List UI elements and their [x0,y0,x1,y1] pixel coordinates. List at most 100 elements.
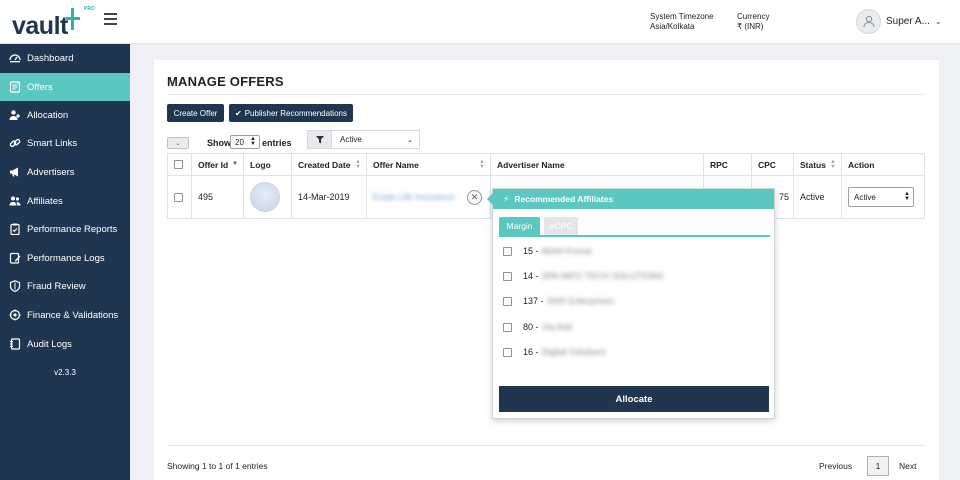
publisher-recommendations-label: Publisher Recommendations [244,108,347,118]
affiliate-id: 16 [523,347,534,357]
user-menu[interactable]: Super A... ⌄ [856,8,942,34]
column-header-label: Offer Name [373,159,419,170]
bulk-action-dropdown[interactable]: ⌄ [167,137,189,149]
offer-logo [250,182,280,212]
row-checkbox[interactable] [174,192,183,202]
offer-name-link[interactable]: Exide Life Insurance [373,192,455,202]
dashboard-icon [8,52,21,65]
sidebar-item-performance-logs[interactable]: Performance Logs [0,244,130,272]
sort-icon: ▲ ▼ [479,159,485,170]
updown-arrows-icon: ▲ ▼ [904,191,910,202]
megaphone-icon [8,166,21,179]
logo-plus-icon [66,8,80,30]
timezone-value: Asia/Kolkata [650,22,695,31]
created-date-cell: 14-Mar-2019 [292,176,367,218]
affiliate-option[interactable]: 14 - SPA INFO TECH SOLUTIONS [503,270,664,282]
entries-label: entries [262,138,292,148]
allocate-button[interactable]: Allocate [499,386,769,412]
status-filter[interactable]: Active ⌄ [307,130,420,149]
chevron-down-icon: ⌄ [175,140,181,147]
link-icon [8,137,21,150]
column-header-label: RPC [710,159,728,170]
column-header-label: Created Date [298,159,351,170]
sidebar-item-allocation[interactable]: Allocation [0,101,130,129]
tab-margin[interactable]: Margin [499,217,540,235]
app-version: v2.3.3 [54,368,76,377]
tab-ecpc[interactable]: eCPC [544,217,578,235]
action-status-value: Active [854,192,876,202]
timezone-label: System Timezone [650,12,714,21]
footer-divider [167,445,925,446]
column-header-offer-name[interactable]: Offer Name ▲ ▼ [367,154,491,176]
column-header-offer-id[interactable]: Offer Id ▼ [192,154,244,176]
hamburger-menu-icon[interactable] [104,13,117,25]
sidebar-item-finance-validations[interactable]: Finance & Validations [0,301,130,329]
filter-icon [308,131,332,148]
affiliate-checkbox[interactable] [503,296,512,306]
affiliate-checkbox[interactable] [503,347,512,357]
column-header-created-date[interactable]: Created Date ▲ ▼ [292,154,367,176]
affiliate-id: 80 [523,322,534,332]
affiliate-separator: - [538,296,544,306]
sidebar-item-fraud-review[interactable]: Fraud Review [0,272,130,300]
affiliate-name: SPA INFO TECH SOLUTIONS [541,271,664,281]
select-all-checkbox[interactable] [174,160,183,169]
affiliate-name: Mohit Kumar [541,246,593,256]
affiliate-checkbox[interactable] [503,322,512,332]
sidebar-item-label: Fraud Review [27,280,86,292]
column-header-label: Action [848,159,875,170]
affiliate-id: 14 [523,271,534,281]
user-name: Super A... [886,15,930,27]
affiliate-name: Digital Solutions [541,347,607,357]
action-status-select[interactable]: Active ▲ ▼ [848,187,914,207]
sidebar-item-affiliates[interactable]: Affiliates [0,187,130,215]
chevron-down-icon: ⌄ [407,136,413,144]
sidebar-item-label: Dashboard [27,52,74,64]
sidebar-item-label: Offers [27,81,53,93]
finance-icon [8,309,21,322]
affiliate-checkbox[interactable] [503,246,512,256]
offer-name-cell: Exide Life Insurance ✕ [367,176,491,218]
table-info: Showing 1 to 1 of 1 entries [167,461,268,471]
affiliate-separator: - [533,246,539,256]
close-icon[interactable]: ✕ [467,189,482,205]
vault-logo[interactable]: vault PRO [12,6,95,40]
sidebar-item-smart-links[interactable]: Smart Links [0,129,130,157]
sidebar-item-offers[interactable]: Offers [0,73,130,101]
entries-per-page-value: 20 [235,137,244,147]
sidebar-item-audit-logs[interactable]: Audit Logs [0,330,130,358]
top-bar: vault PRO System Timezone Asia/Kolkata C… [0,0,960,44]
create-offer-button[interactable]: Create Offer [167,104,224,122]
column-header-advertiser-name[interactable]: Advertiser Name [491,154,704,176]
entries-per-page-select[interactable]: 20 ▲ ▼ [230,135,260,149]
row-select-cell [168,176,192,218]
affiliate-separator: - [533,347,539,357]
affiliate-id: 15 [523,246,534,256]
sidebar-item-dashboard[interactable]: Dashboard [0,44,130,72]
affiliate-name: Via Add [541,322,573,332]
offers-icon [8,81,21,94]
lightning-icon: ⚡︎ [503,193,510,204]
allocation-icon [8,109,21,122]
next-page-button[interactable]: Next [899,456,916,476]
affiliate-option[interactable]: 137 - XMS Enterprises [503,295,614,307]
affiliate-separator: - [533,271,539,281]
affiliate-option[interactable]: 16 - Digital Solutions [503,346,606,358]
column-header-status[interactable]: Status ▲ ▼ [794,154,842,176]
previous-page-button[interactable]: Previous [819,456,852,476]
sidebar-item-advertisers[interactable]: Advertisers [0,158,130,186]
currency-value: ₹ (INR) [737,22,764,31]
page-1-button[interactable]: 1 [867,456,889,476]
affiliate-option[interactable]: 80 - Via Add [503,321,572,333]
publisher-recommendations-button[interactable]: ✔ Publisher Recommendations [229,104,353,122]
sort-desc-icon: ▼ [232,161,238,167]
affiliate-checkbox[interactable] [503,271,512,281]
sidebar-item-performance-reports[interactable]: Performance Reports [0,215,130,243]
select-all-header [168,154,192,176]
status-filter-value: Active [340,135,362,144]
sort-icon: ▲ ▼ [830,159,836,170]
affiliate-separator: - [533,322,539,332]
sidebar-item-label: Performance Logs [27,252,105,264]
sort-icon: ▲ ▼ [355,159,361,170]
affiliate-option[interactable]: 15 - Mohit Kumar [503,245,593,257]
